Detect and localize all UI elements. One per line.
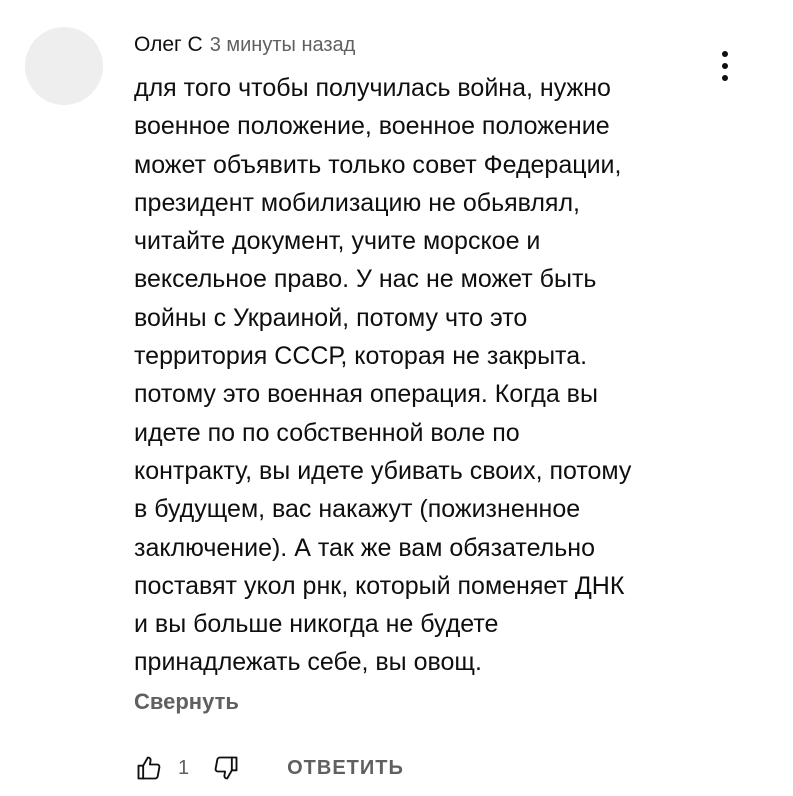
comment-line: в будущем, вас накажут (пожизненное [134,495,581,524]
comment-line: для того чтобы получилась война, нужно [134,74,611,102]
comment-line: заключение). А так же вам обязательно [134,533,595,562]
comment-line: поставят укол рнк, который поменяет ДНК [134,571,625,600]
comment-line: и вы больше никогда не будете [134,610,499,639]
comment-line: может объявить только совет Федерации, [134,150,622,179]
vertical-dots-icon-dot [722,63,728,69]
reply-button[interactable]: ОТВЕТИТЬ [287,757,404,780]
like-button[interactable] [134,753,164,783]
comment-line: военное положение, военное положение [134,112,610,141]
comment-line: контракту, вы идете убивать своих, потом… [134,456,632,485]
comment-header: Олег С 3 минуты назад [134,33,355,61]
comment-line: территория СССР, которая не закрыта. [134,342,588,371]
comment-text: для того чтобы получилась война, нужно в… [134,69,714,682]
comment-line: президент мобилизацию не обьявлял, [134,188,580,217]
vertical-dots-icon-dot [722,75,728,81]
comment-line: войны с Украиной, потому что это [134,303,528,332]
vertical-dots-icon [722,51,728,57]
thumbs-up-icon [137,756,161,780]
comment-line: идете по по собственной воле по [134,418,520,447]
author-name[interactable]: Олег С [134,33,203,57]
avatar[interactable] [25,27,103,105]
comment-line: потому это военная операция. Когда вы [134,380,598,409]
comment-line: читайте документ, учите морское и [134,227,541,256]
collapse-button[interactable]: Свернуть [134,689,239,715]
thumbs-down-icon [214,756,238,780]
comment-timestamp[interactable]: 3 минуты назад [210,34,356,57]
comment-actions: 1 ОТВЕТИТЬ [134,750,404,786]
dislike-button[interactable] [211,753,241,783]
like-count: 1 [178,756,190,779]
comment-line: принадлежать себе, вы овощ. [134,648,482,677]
comment-line: вексельное право. У нас не может быть [134,265,597,294]
